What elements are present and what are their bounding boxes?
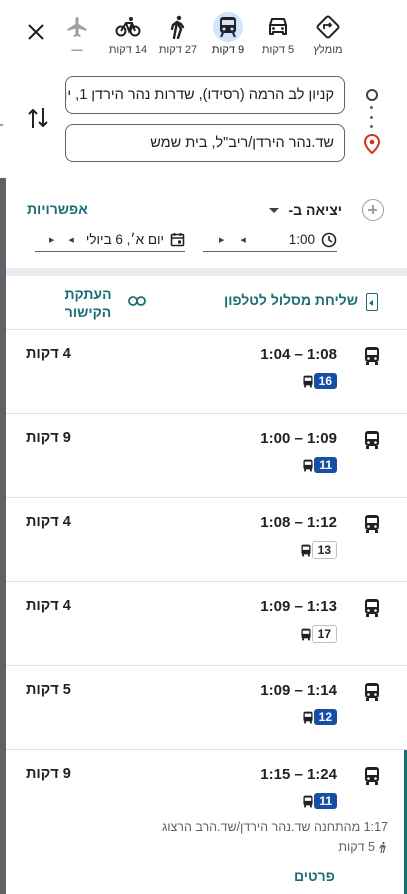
line-badge: 13	[311, 541, 337, 559]
origin-input[interactable]: קניון לב הרמה (רסידו), שדרות נהר הירדן 1…	[65, 76, 345, 114]
bus-icon	[365, 515, 379, 533]
bus-icon	[365, 431, 379, 449]
route-option[interactable]: 1:08 – 1:12 13 4 דקות	[6, 498, 407, 582]
mode-label: —	[71, 44, 83, 56]
route-duration: 9 דקות	[26, 766, 71, 782]
depart-at-dropdown[interactable]: יציאה ב-	[262, 199, 342, 221]
route-times: 1:15 – 1:24	[260, 766, 337, 783]
time-selector[interactable]: 1:00 ◀ ▶	[203, 228, 337, 252]
route-lines: 11	[296, 793, 337, 809]
bus-icon	[365, 599, 379, 617]
mode-walking[interactable]: 27 דקות	[153, 12, 203, 62]
bus-icon	[301, 628, 311, 640]
mode-cycling[interactable]: 14 דקות	[103, 12, 153, 62]
route-times: 1:00 – 1:09	[260, 430, 337, 447]
walking-icon	[379, 841, 386, 853]
route-dots-icon	[370, 106, 374, 128]
line-badge: 11	[314, 793, 337, 809]
send-to-phone-button[interactable]: שליחת מסלול לטלפון	[224, 292, 358, 308]
bus-icon	[303, 795, 313, 807]
route-times: 1:09 – 1:14	[260, 682, 337, 699]
copy-link-button[interactable]: העתקת הקישור	[58, 285, 118, 321]
train-icon	[220, 17, 236, 38]
line-badge: 12	[313, 709, 337, 725]
swap-icon[interactable]	[26, 104, 50, 132]
bus-icon	[301, 544, 311, 556]
destination-pin-icon	[363, 134, 381, 154]
mode-label: 27 דקות	[158, 44, 198, 56]
route-option[interactable]: 1:04 – 1:08 16 4 דקות	[6, 330, 407, 414]
bus-icon	[303, 375, 313, 387]
route-lines: 17	[294, 625, 337, 643]
close-icon	[28, 24, 44, 40]
time-value: 1:00	[288, 232, 315, 247]
time-next-arrow-icon[interactable]: ◀	[240, 236, 245, 244]
route-option[interactable]: 1:09 – 1:13 17 4 דקות	[6, 582, 407, 666]
route-lines: 12	[296, 709, 337, 725]
date-selector[interactable]: יום א׳, 6 ביולי ◀ ▶	[35, 228, 185, 252]
link-icon[interactable]	[128, 295, 146, 307]
bus-icon	[303, 711, 313, 723]
route-duration: 4 דקות	[26, 598, 71, 614]
route-option-selected[interactable]: 1:15 – 1:24 11 9 דקות 1:17 מהתחנה שד.נהר…	[6, 750, 407, 894]
travel-mode-bar: — 14 דקות 27 דקות 9 דקות 5 דקות מומלץ	[0, 0, 407, 68]
depart-label: יציאה ב-	[288, 202, 343, 218]
mode-transit[interactable]: 9 דקות	[203, 12, 253, 62]
bus-icon	[303, 459, 313, 471]
date-value: יום א׳, 6 ביולי	[85, 232, 164, 247]
bus-icon	[365, 347, 379, 365]
calendar-icon	[170, 233, 185, 247]
route-times: 1:09 – 1:13	[260, 598, 337, 615]
line-badge: 11	[314, 457, 337, 473]
chevron-down-icon	[268, 207, 279, 213]
mode-label: 5 דקות	[261, 44, 295, 56]
route-option[interactable]: 1:00 – 1:09 11 9 דקות	[6, 414, 407, 498]
bus-icon	[365, 683, 379, 701]
date-next-arrow-icon[interactable]: ◀	[68, 236, 73, 244]
bicycle-icon	[115, 17, 141, 37]
route-duration: 4 דקות	[26, 346, 71, 362]
route-times: 1:04 – 1:08	[260, 346, 337, 363]
route-lines: 16	[296, 373, 337, 389]
directions-diamond-icon	[316, 15, 340, 39]
route-duration: 4 דקות	[26, 514, 71, 530]
airplane-icon	[67, 17, 87, 37]
mode-label: מומלץ	[313, 44, 343, 56]
edge-mark	[0, 124, 3, 126]
line-badge: 16	[313, 373, 337, 389]
section-divider	[6, 268, 407, 276]
walk-duration: 5 דקות	[338, 840, 375, 854]
route-lines: 11	[296, 457, 337, 473]
date-prev-arrow-icon[interactable]: ▶	[49, 236, 54, 244]
mode-driving[interactable]: 5 דקות	[253, 12, 303, 62]
mode-flight[interactable]: —	[52, 12, 102, 62]
time-prev-arrow-icon[interactable]: ▶	[219, 236, 224, 244]
walking-icon	[170, 15, 185, 39]
mode-label: 14 דקות	[108, 44, 148, 56]
route-times: 1:08 – 1:12	[260, 514, 337, 531]
bus-icon	[365, 767, 379, 785]
car-icon	[269, 18, 287, 35]
details-link[interactable]: פרטים	[294, 868, 335, 884]
close-button[interactable]	[22, 18, 50, 46]
route-duration: 9 דקות	[26, 430, 71, 446]
origin-dot-icon	[366, 89, 378, 101]
send-to-phone-icon[interactable]	[366, 293, 378, 311]
route-lines: 13	[294, 541, 337, 559]
line-badge: 17	[311, 625, 337, 643]
destination-input[interactable]: שד.נהר הירדן/ריב"ל, בית שמש	[65, 124, 345, 162]
add-stop-icon[interactable]	[362, 199, 384, 221]
mode-label: 9 דקות	[211, 44, 245, 56]
route-departure-detail: 1:17 מהתחנה שד.נהר הירדן/שד.הרב הרצוג	[161, 820, 388, 834]
route-walk-detail: 5 דקות	[338, 840, 388, 854]
mode-recommended[interactable]: מומלץ	[303, 12, 353, 62]
options-button[interactable]: אפשרויות	[27, 201, 88, 217]
route-option[interactable]: 1:09 – 1:14 12 5 דקות	[6, 666, 407, 750]
clock-icon	[321, 232, 337, 247]
share-row: שליחת מסלול לטלפון העתקת הקישור	[6, 276, 407, 330]
route-duration: 5 דקות	[26, 682, 71, 698]
